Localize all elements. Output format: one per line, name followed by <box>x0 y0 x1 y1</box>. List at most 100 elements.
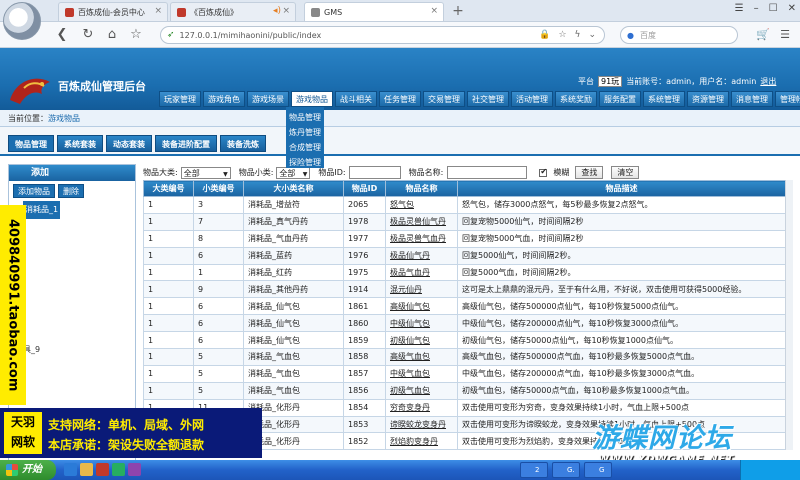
app-icon[interactable] <box>112 463 125 476</box>
close-window-icon[interactable]: ✕ <box>788 3 796 14</box>
tab-item-management[interactable]: 物品管理 <box>8 135 54 152</box>
add-item-button[interactable]: 添加物品 <box>13 184 55 198</box>
menu-item-accounts[interactable]: 管理帐号 <box>775 91 800 107</box>
item-name-link[interactable]: 中级仙气包 <box>385 314 458 333</box>
table-row[interactable]: 1 9 消耗品_其他丹药 1914 混元仙丹 这可是太上鼎鼎的混元丹，至于有什么用，不好说… <box>143 280 785 299</box>
menu-item-items[interactable]: 游戏物品 <box>291 91 333 107</box>
taskbar-task[interactable]: G. <box>552 462 580 478</box>
menu-item-events[interactable]: 活动管理 <box>511 91 553 107</box>
item-name-link[interactable]: 极品灵兽仙气丹 <box>385 212 458 231</box>
browser-tab-2[interactable]: 《百炼成仙》 ◂) × <box>170 2 296 21</box>
minimize-icon[interactable]: – <box>754 3 759 14</box>
menu-icon[interactable]: ☰ <box>778 28 792 42</box>
tree-item[interactable]: _6 <box>9 289 135 307</box>
taskbar-task[interactable]: G <box>584 462 612 478</box>
browser-logo-icon[interactable] <box>3 2 41 40</box>
browser-tab-3[interactable]: GMS × <box>304 2 444 21</box>
ie-icon[interactable] <box>64 463 77 476</box>
table-row[interactable]: 1 5 消耗品_气血包 1858 高级气血包 高级气血包，储存500000点气血，每10秒… <box>143 348 785 366</box>
item-name-link[interactable]: 高级气血包 <box>385 348 458 366</box>
delete-button[interactable]: 删除 <box>58 184 84 198</box>
lightning-icon[interactable]: ϟ <box>575 30 581 40</box>
server-select[interactable]: 91玩 <box>598 76 623 87</box>
menu-item-players[interactable]: 玩家管理 <box>159 91 201 107</box>
tree-item[interactable]: _4 <box>9 254 135 272</box>
home-icon[interactable]: ⌂ <box>104 27 120 43</box>
breadcrumb-item[interactable]: 游戏物品 <box>48 114 80 123</box>
start-button[interactable]: 开始 <box>0 460 56 480</box>
item-name-link[interactable]: 高级仙气包 <box>385 297 458 316</box>
lock-icon[interactable]: 🔒 <box>539 30 550 40</box>
address-bar[interactable]: ➶ 127.0.0.1/mimihaonini/public/index 🔒 ☆ ϟ… <box>160 26 605 44</box>
clear-button[interactable]: 清空 <box>611 166 640 179</box>
menu-item-scenes[interactable]: 游戏场景 <box>247 91 289 107</box>
table-row[interactable]: 1 1 消耗品_红药 1975 极品气血丹 回复5000气血，时间间隔2秒。 <box>143 263 785 282</box>
table-row[interactable]: 1 8 消耗品_气血丹药 1977 极品灵兽气血丹 回复宠物5000气血，时间间隔2秒 <box>143 229 785 248</box>
submenu-item-management[interactable]: 物品管理 <box>286 110 324 125</box>
item-name-link[interactable]: 初级仙气包 <box>385 331 458 350</box>
tree-item[interactable]: _7 <box>9 306 135 324</box>
cart-icon[interactable]: 🛒 <box>756 28 770 42</box>
dropdown-icon[interactable]: ⌄ <box>588 30 596 40</box>
new-tab-button[interactable]: + <box>450 3 466 19</box>
table-row[interactable]: 1 3 消耗品_增益符 2065 怒气包 怒气包，储存3000点怒气，每5秒最多恢复2点怒… <box>143 196 785 214</box>
menu-item-trade[interactable]: 交易管理 <box>423 91 465 107</box>
item-id-input[interactable] <box>348 166 401 179</box>
menu-item-roles[interactable]: 游戏角色 <box>203 91 245 107</box>
favorite-icon[interactable]: ☆ <box>128 27 144 43</box>
tab-dynamic-sets[interactable]: 动态套装 <box>106 135 152 152</box>
maximize-icon[interactable]: ☐ <box>769 3 778 14</box>
menu-item-quests[interactable]: 任务管理 <box>379 91 421 107</box>
item-name-link[interactable]: 极品灵兽气血丹 <box>385 229 458 248</box>
menu-item-resources[interactable]: 资源管理 <box>687 91 729 107</box>
submenu-alchemy[interactable]: 炼丹管理 <box>286 125 324 140</box>
tab-equip-refine[interactable]: 装备洗炼 <box>220 135 266 152</box>
submenu-exploration[interactable]: 探险管理 <box>286 155 324 170</box>
table-row[interactable]: 1 6 消耗品_蓝药 1976 极品仙气丹 回复5000仙气，时间间隔2秒。 <box>143 246 785 265</box>
item-name-link[interactable]: 极品气血丹 <box>385 263 458 282</box>
item-name-link[interactable]: 初级气血包 <box>385 381 458 400</box>
app-icon[interactable] <box>128 463 141 476</box>
table-row[interactable]: 1 6 消耗品_仙气包 1860 中级仙气包 中级仙气包，储存200000点仙气，每10秒… <box>143 314 785 333</box>
item-name-link[interactable]: 穷奇变身丹 <box>385 398 458 417</box>
submenu-crafting[interactable]: 合成管理 <box>286 140 324 155</box>
item-name-link[interactable]: 怒气包 <box>385 196 458 214</box>
tree-item[interactable]: _5 <box>9 271 135 289</box>
item-name-link[interactable]: 中级气血包 <box>385 364 458 383</box>
menu-item-messages[interactable]: 消息管理 <box>731 91 773 107</box>
menu-item-system[interactable]: 系统管理 <box>643 91 685 107</box>
taskbar-task[interactable]: 2 <box>520 462 548 478</box>
close-tab-icon[interactable]: × <box>282 6 290 16</box>
tab-equip-advance[interactable]: 装备进阶配置 <box>155 135 217 152</box>
table-row[interactable]: 1 6 消耗品_仙气包 1859 初级仙气包 初级仙气包，储存50000点仙气，每10秒恢… <box>143 331 785 350</box>
close-tab-icon[interactable]: × <box>154 6 162 16</box>
search-box[interactable]: ● 百度 <box>620 26 738 44</box>
table-row[interactable]: 1 6 消耗品_仙气包 1861 高级仙气包 高级仙气包，储存500000点仙气，每10秒… <box>143 297 785 316</box>
logout-link[interactable]: 退出 <box>760 76 776 87</box>
table-row[interactable]: 1 5 消耗品_气血包 1856 初级气血包 初级气血包，储存50000点气血，每10秒最… <box>143 381 785 400</box>
app-icon[interactable] <box>96 463 109 476</box>
major-category-select[interactable]: 全部 <box>180 166 231 180</box>
vertical-scrollbar[interactable] <box>785 180 793 450</box>
menu-item-rewards[interactable]: 系统奖励 <box>555 91 597 107</box>
menu-item-social[interactable]: 社交管理 <box>467 91 509 107</box>
folder-icon[interactable] <box>80 463 93 476</box>
menu-item-service[interactable]: 服务配置 <box>599 91 641 107</box>
menu-item-battle[interactable]: 战斗相关 <box>335 91 377 107</box>
item-name-link[interactable]: 极品仙气丹 <box>385 246 458 265</box>
url-text[interactable]: 127.0.0.1/mimihaonini/public/index <box>180 31 322 40</box>
table-row[interactable]: 1 5 消耗品_气血包 1857 中级气血包 中级气血包，储存200000点气血，每10秒… <box>143 364 785 383</box>
tree-item[interactable]: _3 <box>9 236 135 254</box>
tree-item[interactable]: _8 <box>9 324 135 342</box>
refresh-icon[interactable]: ↻ <box>80 27 96 43</box>
table-row[interactable]: 1 7 消耗品_真气丹药 1978 极品灵兽仙气丹 回复宠物5000仙气，时间间隔2秒 <box>143 212 785 231</box>
audio-icon[interactable]: ◂) <box>273 6 281 16</box>
browser-tab-1[interactable]: 百炼成仙-会员中心 × <box>58 2 168 21</box>
item-name-input[interactable] <box>447 166 528 179</box>
tree-item[interactable]: 消耗品_1 <box>9 201 135 219</box>
search-button[interactable]: 查找 <box>575 166 604 179</box>
fuzzy-checkbox[interactable] <box>539 167 548 177</box>
skin-icon[interactable]: ☰ <box>735 3 744 14</box>
tree-item[interactable]: _2 <box>9 219 135 237</box>
back-icon[interactable]: ❮ <box>54 27 70 43</box>
